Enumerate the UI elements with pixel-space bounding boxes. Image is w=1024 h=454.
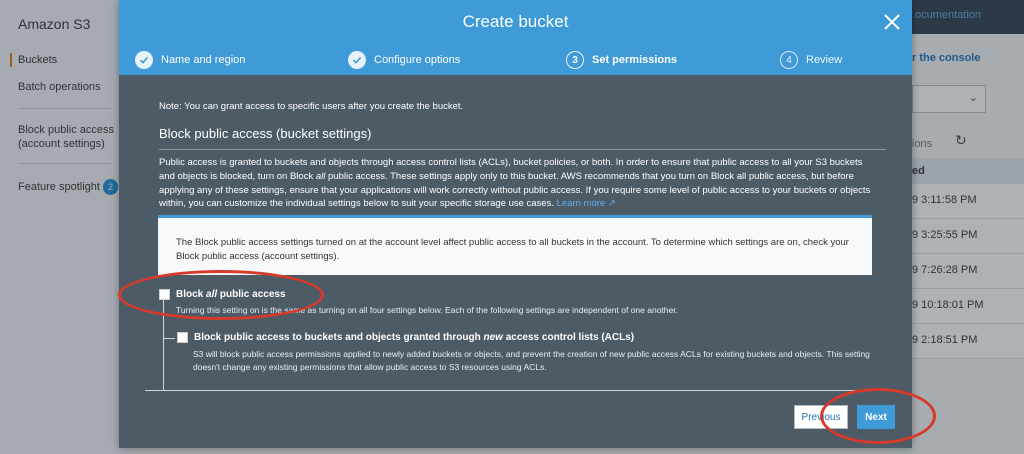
block-all-label: Block all public access xyxy=(176,289,286,300)
step-set-permissions[interactable]: 3 Set permissions xyxy=(566,47,677,73)
description-emphasis: all xyxy=(315,170,326,182)
block-new-acl-option[interactable]: Block public access to buckets and objec… xyxy=(177,332,634,343)
close-icon[interactable] xyxy=(882,12,902,32)
block-new-acl-checkbox[interactable] xyxy=(177,332,188,343)
label-text: Block public access to buckets and objec… xyxy=(194,332,484,343)
block-all-description: Turning this setting on is the same as t… xyxy=(176,305,678,315)
learn-more-label: Learn more xyxy=(556,198,606,210)
step-label: Review xyxy=(806,54,843,66)
label-emphasis: all xyxy=(206,289,218,300)
step-review[interactable]: 4 Review xyxy=(780,47,842,73)
account-settings-info-box: The Block public access settings turned … xyxy=(158,215,872,275)
next-button[interactable]: Next xyxy=(857,405,895,429)
check-icon xyxy=(348,51,366,69)
label-text: public access xyxy=(217,289,286,300)
block-new-acl-description: S3 will block public access permissions … xyxy=(193,349,870,372)
label-emphasis: new xyxy=(483,332,503,343)
learn-more-link[interactable]: Learn more ↗ xyxy=(557,198,616,209)
check-icon xyxy=(135,51,153,69)
label-text: Block xyxy=(176,289,207,300)
section-title: Block public access (bucket settings) xyxy=(159,126,372,141)
divider xyxy=(145,390,888,391)
block-new-acl-label: Block public access to buckets and objec… xyxy=(194,332,634,343)
step-label: Configure options xyxy=(374,54,461,66)
tree-line xyxy=(163,298,164,390)
block-all-public-access-option[interactable]: Block all public access xyxy=(159,289,286,300)
step-number: 4 xyxy=(780,51,798,69)
step-number: 3 xyxy=(566,51,584,69)
description: Public access is granted to buckets and … xyxy=(159,156,879,211)
label-text: access control lists (ACLs) xyxy=(502,332,635,343)
create-bucket-modal: Create bucket Name and region Configure … xyxy=(119,0,912,448)
step-label: Name and region xyxy=(161,54,246,66)
tree-branch xyxy=(163,338,175,339)
step-configure-options[interactable]: Configure options xyxy=(348,47,460,73)
modal-header: Create bucket Name and region Configure … xyxy=(119,0,912,75)
modal-title: Create bucket xyxy=(462,12,569,31)
wizard-steps: Name and region Configure options 3 Set … xyxy=(119,47,912,73)
note-text: Note: You can grant access to specific u… xyxy=(159,101,464,112)
block-all-checkbox[interactable] xyxy=(159,289,170,300)
previous-button[interactable]: Previous xyxy=(794,405,848,429)
step-label: Set permissions xyxy=(592,54,677,66)
external-link-icon: ↗ xyxy=(607,198,616,210)
step-name-and-region[interactable]: Name and region xyxy=(135,47,245,73)
divider xyxy=(159,149,886,150)
